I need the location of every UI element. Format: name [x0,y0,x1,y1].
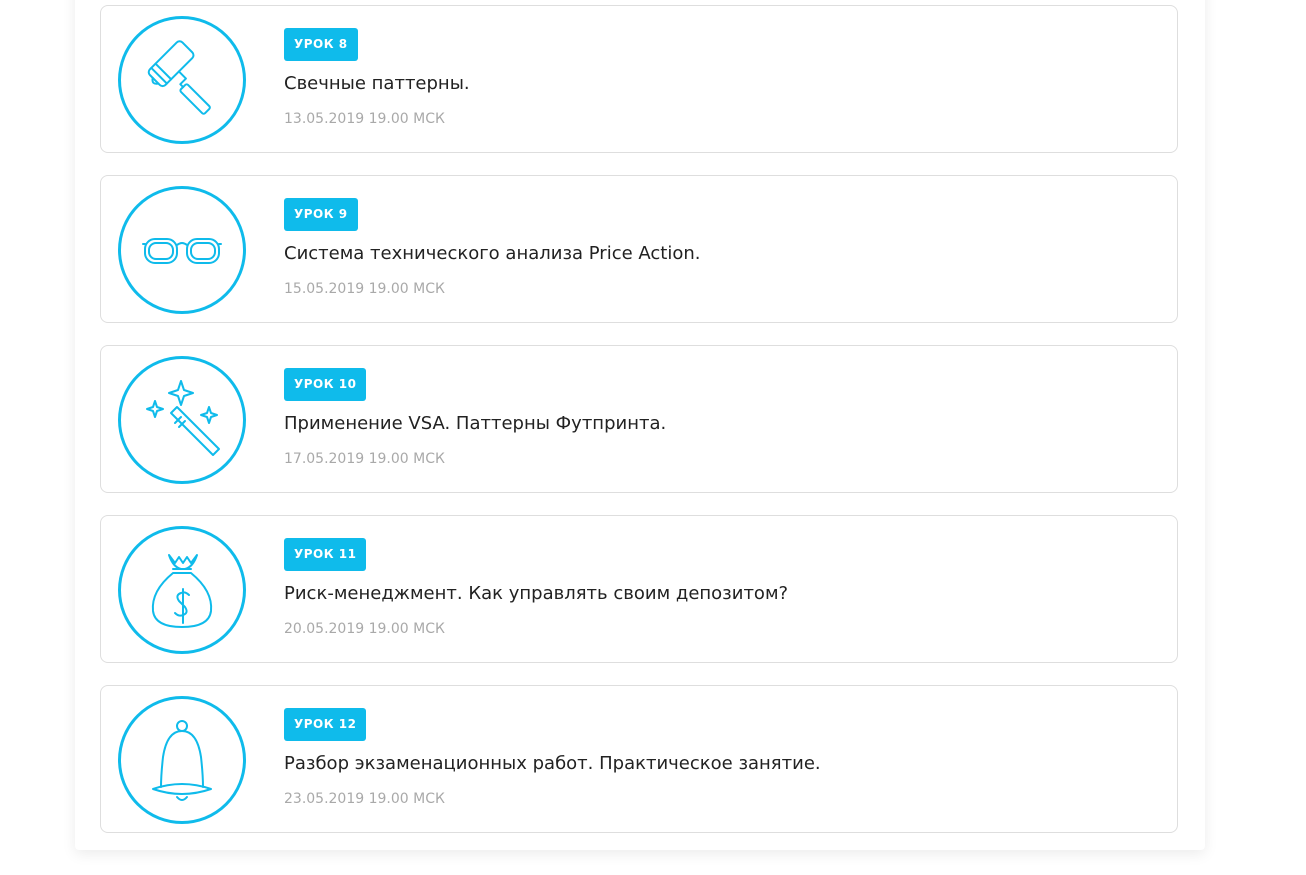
lesson-title[interactable]: Разбор экзаменационных работ. Практическ… [284,753,821,774]
lesson-icon-circle [118,16,246,144]
bell-icon [152,720,212,801]
paint-roller-icon [147,40,211,115]
lesson-badge: УРОК 9 [284,198,358,231]
lesson-title[interactable]: Применение VSA. Паттерны Футпринта. [284,413,666,434]
lesson-badge: УРОК 10 [284,368,367,401]
lesson-icon-circle [118,356,246,484]
glasses-icon [142,238,222,264]
lesson-card-10[interactable]: УРОК 10 Применение VSA. Паттерны Футприн… [100,345,1178,493]
lesson-card-11[interactable]: УРОК 11 Риск-менеджмент. Как управлять с… [100,515,1178,663]
lesson-date: 23.05.2019 19.00 МСК [284,791,445,807]
money-bag-icon [151,554,213,628]
lesson-icon-circle [118,186,246,314]
lesson-title[interactable]: Свечные паттерны. [284,73,470,94]
lesson-date: 13.05.2019 19.00 МСК [284,111,445,127]
lesson-date: 17.05.2019 19.00 МСК [284,451,445,467]
lesson-date: 15.05.2019 19.00 МСК [284,281,445,297]
lesson-card-8[interactable]: УРОК 8 Свечные паттерны. 13.05.2019 19.0… [100,5,1178,153]
lesson-card-12[interactable]: УРОК 12 Разбор экзаменационных работ. Пр… [100,685,1178,833]
lesson-title[interactable]: Риск-менеджмент. Как управлять своим деп… [284,583,788,604]
lesson-title[interactable]: Система технического анализа Price Actio… [284,243,701,264]
lesson-badge: УРОК 11 [284,538,367,571]
magic-wand-icon [146,380,220,456]
lesson-date: 20.05.2019 19.00 МСК [284,621,445,637]
lesson-card-9[interactable]: УРОК 9 Система технического анализа Pric… [100,175,1178,323]
lesson-badge: УРОК 12 [284,708,367,741]
lesson-icon-circle [118,696,246,824]
lesson-icon-circle [118,526,246,654]
lesson-badge: УРОК 8 [284,28,358,61]
